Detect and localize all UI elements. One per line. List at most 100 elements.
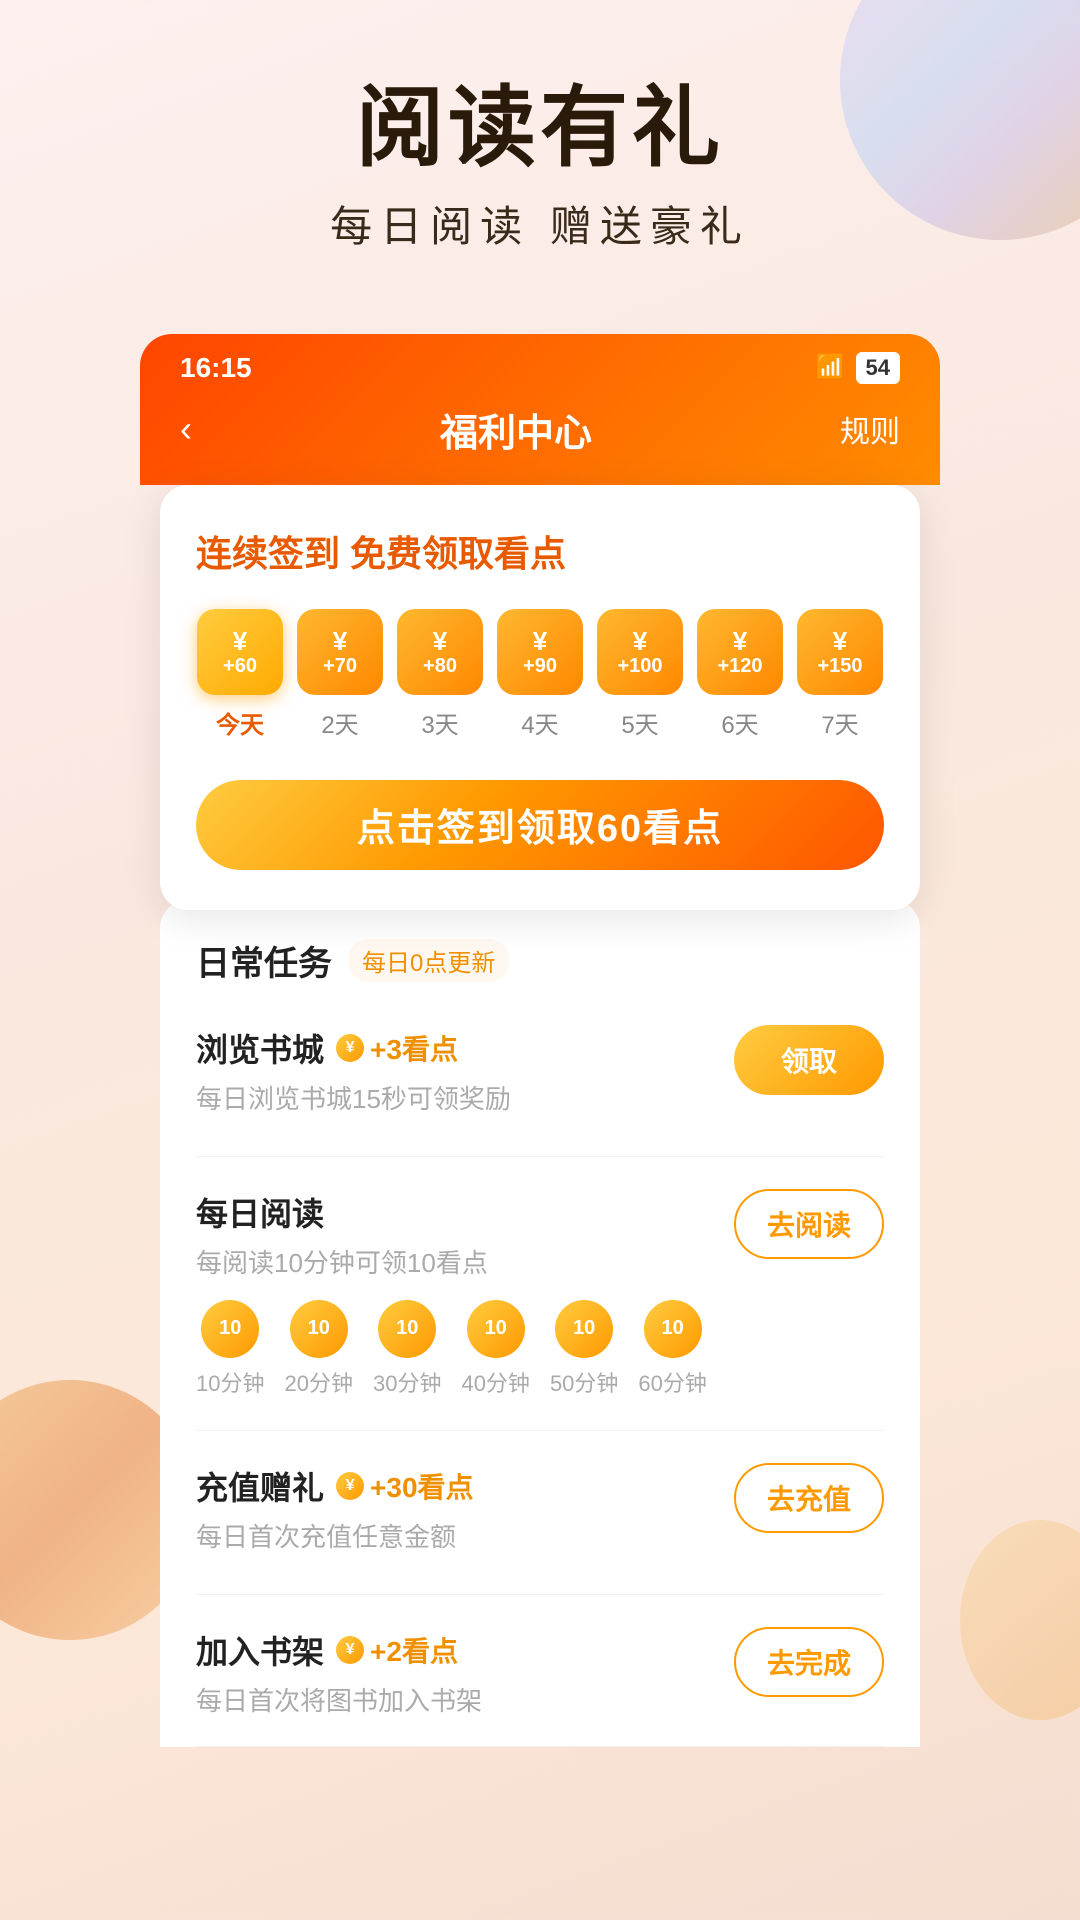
task-item-0: 浏览书城 ¥+3看点每日浏览书城15秒可领奖励 领取 [196, 993, 884, 1157]
coin-symbol-5: ¥ [733, 628, 747, 654]
tasks-header: 日常任务 每日0点更新 [196, 936, 884, 985]
task-name-row-2: 充值赠礼 ¥+30看点 [196, 1463, 474, 1509]
phone-top-bar: 16:15 📶 54 ‹ 福利中心 规则 [140, 334, 940, 485]
progress-row-1: 1010分钟1020分钟1030分钟1040分钟1050分钟1060分钟 [196, 1300, 884, 1398]
coin-amount-6: +150 [817, 656, 862, 676]
task-reward-text-2: +30看点 [370, 1466, 474, 1506]
progress-coin-2: 10 [378, 1300, 436, 1358]
day-label-6: 7天 [821, 705, 858, 740]
tasks-update-note: 每日0点更新 [348, 939, 509, 982]
status-right: 📶 54 [816, 352, 900, 384]
task-button-2[interactable]: 去充值 [734, 1463, 884, 1533]
progress-label-4: 50分钟 [550, 1366, 618, 1398]
signin-title: 连续签到 免费领取看点 [196, 525, 884, 577]
progress-coin-5: 10 [644, 1300, 702, 1358]
day-label-0: 今天 [216, 705, 264, 740]
task-info-1: 每日阅读每阅读10分钟可领10看点 [196, 1189, 488, 1280]
task-coin-icon-3: ¥ [336, 1636, 364, 1664]
progress-coin-3: 10 [467, 1300, 525, 1358]
day-item-2: ¥+80 3天 [396, 609, 484, 740]
progress-label-3: 40分钟 [461, 1366, 529, 1398]
tasks-section: 日常任务 每日0点更新 浏览书城¥+3看点每日浏览书城15秒可领奖励领取每日阅读… [160, 900, 920, 1747]
days-row: ¥+60今天¥+702天¥+803天¥+904天¥+1005天¥+1206天¥+… [196, 609, 884, 740]
coin-amount-4: +100 [617, 656, 662, 676]
task-desc-2: 每日首次充值任意金额 [196, 1517, 474, 1554]
day-label-1: 2天 [321, 705, 358, 740]
task-coin-icon-2: ¥ [336, 1472, 364, 1500]
task-top-2: 充值赠礼 ¥+30看点每日首次充值任意金额 去充值 [196, 1463, 884, 1554]
task-name-0: 浏览书城 [196, 1025, 324, 1071]
nav-rule-button[interactable]: 规则 [840, 407, 900, 451]
task-info-0: 浏览书城 ¥+3看点每日浏览书城15秒可领奖励 [196, 1025, 511, 1116]
day-label-4: 5天 [621, 705, 658, 740]
task-top-1: 每日阅读每阅读10分钟可领10看点 去阅读 [196, 1189, 884, 1280]
day-coin-2[interactable]: ¥+80 [397, 609, 483, 695]
coin-symbol-0: ¥ [233, 628, 247, 654]
task-item-2: 充值赠礼 ¥+30看点每日首次充值任意金额 去充值 [196, 1431, 884, 1595]
coin-amount-5: +120 [717, 656, 762, 676]
day-coin-0[interactable]: ¥+60 [197, 609, 283, 695]
day-coin-5[interactable]: ¥+120 [697, 609, 783, 695]
task-desc-1: 每阅读10分钟可领10看点 [196, 1243, 488, 1280]
progress-dot-5: 10 60分钟 [638, 1300, 706, 1398]
progress-dot-3: 10 40分钟 [461, 1300, 529, 1398]
task-name-3: 加入书架 [196, 1627, 324, 1673]
task-desc-0: 每日浏览书城15秒可领奖励 [196, 1079, 511, 1116]
signin-card: 连续签到 免费领取看点 ¥+60今天¥+702天¥+803天¥+904天¥+10… [160, 485, 920, 910]
task-button-1[interactable]: 去阅读 [734, 1189, 884, 1259]
day-coin-4[interactable]: ¥+100 [597, 609, 683, 695]
task-reward-text-0: +3看点 [370, 1028, 458, 1068]
task-top-3: 加入书架 ¥+2看点每日首次将图书加入书架 去完成 [196, 1627, 884, 1718]
task-coin-icon-0: ¥ [336, 1034, 364, 1062]
task-item-1: 每日阅读每阅读10分钟可领10看点去阅读1010分钟1020分钟1030分钟10… [196, 1157, 884, 1431]
day-label-3: 4天 [521, 705, 558, 740]
task-reward-2: ¥+30看点 [336, 1466, 474, 1506]
status-time: 16:15 [180, 352, 252, 384]
progress-label-5: 60分钟 [638, 1366, 706, 1398]
task-info-2: 充值赠礼 ¥+30看点每日首次充值任意金额 [196, 1463, 474, 1554]
task-button-3[interactable]: 去完成 [734, 1627, 884, 1697]
day-item-4: ¥+100 5天 [596, 609, 684, 740]
task-button-0[interactable]: 领取 [734, 1025, 884, 1095]
task-name-1: 每日阅读 [196, 1189, 324, 1235]
task-desc-3: 每日首次将图书加入书架 [196, 1681, 482, 1718]
hero-title: 阅读有礼 [40, 80, 1040, 177]
task-reward-text-3: +2看点 [370, 1630, 458, 1670]
progress-dot-2: 1030分钟 [373, 1300, 441, 1398]
day-label-5: 6天 [721, 705, 758, 740]
status-bar: 16:15 📶 54 [140, 334, 940, 392]
day-coin-3[interactable]: ¥+90 [497, 609, 583, 695]
progress-label-0: 10分钟 [196, 1366, 264, 1398]
day-item-6: ¥+150 7天 [796, 609, 884, 740]
progress-dot-4: 10 50分钟 [550, 1300, 618, 1398]
coin-symbol-3: ¥ [533, 628, 547, 654]
task-top-0: 浏览书城 ¥+3看点每日浏览书城15秒可领奖励 领取 [196, 1025, 884, 1116]
day-item-3: ¥+90 4天 [496, 609, 584, 740]
task-name-row-1: 每日阅读 [196, 1189, 488, 1235]
task-name-row-3: 加入书架 ¥+2看点 [196, 1627, 482, 1673]
nav-title: 福利中心 [440, 402, 592, 457]
coin-symbol-1: ¥ [333, 628, 347, 654]
coin-amount-2: +80 [423, 656, 457, 676]
task-name-2: 充值赠礼 [196, 1463, 324, 1509]
day-item-1: ¥+70 2天 [296, 609, 384, 740]
progress-coin-4: 10 [555, 1300, 613, 1358]
nav-back-button[interactable]: ‹ [180, 408, 192, 450]
progress-label-1: 20分钟 [284, 1366, 352, 1398]
decorative-blob-bottom-right [960, 1520, 1080, 1720]
day-item-0: ¥+60 今天 [196, 609, 284, 740]
coin-symbol-2: ¥ [433, 628, 447, 654]
progress-coin-1: 10 [290, 1300, 348, 1358]
coin-amount-3: +90 [523, 656, 557, 676]
battery-badge: 54 [856, 352, 900, 384]
day-coin-6[interactable]: ¥+150 [797, 609, 883, 695]
hero-subtitle: 每日阅读 赠送豪礼 [40, 193, 1040, 254]
task-item-3: 加入书架 ¥+2看点每日首次将图书加入书架 去完成 [196, 1595, 884, 1747]
day-label-2: 3天 [421, 705, 458, 740]
day-coin-1[interactable]: ¥+70 [297, 609, 383, 695]
coin-amount-1: +70 [323, 656, 357, 676]
progress-dot-1: 10 20分钟 [284, 1300, 352, 1398]
coin-amount-0: +60 [223, 656, 257, 676]
task-reward-0: ¥+3看点 [336, 1028, 458, 1068]
signin-button[interactable]: 点击签到领取60看点 [196, 780, 884, 870]
